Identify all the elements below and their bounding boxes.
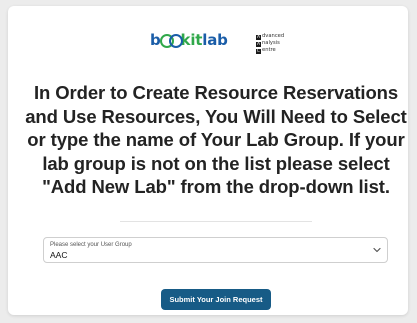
divider <box>120 221 312 222</box>
instructions-heading: In Order to Create Resource Reservations… <box>25 82 407 198</box>
aac-word-advanced: dvanced <box>262 33 285 39</box>
join-lab-card: b kitlab Advanced Analysis Centre In Orde… <box>8 6 408 315</box>
aac-word-analysis: nalysis <box>262 40 280 46</box>
aac-word-centre: entre <box>262 47 276 53</box>
logo-double-o-icon <box>159 33 183 48</box>
user-group-select-label: Please select your User Group <box>50 242 132 248</box>
aac-logo: Advanced Analysis Centre <box>256 33 284 54</box>
submit-join-request-button[interactable]: Submit Your Join Request <box>161 289 271 310</box>
user-group-select-value: AAC <box>50 250 68 260</box>
aac-initial-c: C <box>256 49 261 54</box>
logo-kit: kit <box>180 31 203 49</box>
user-group-select[interactable]: Please select your User Group AAC <box>43 237 388 263</box>
logo-lab: lab <box>202 31 228 49</box>
chevron-down-icon <box>373 247 381 253</box>
bookitlab-logo: b kitlab <box>150 31 228 49</box>
